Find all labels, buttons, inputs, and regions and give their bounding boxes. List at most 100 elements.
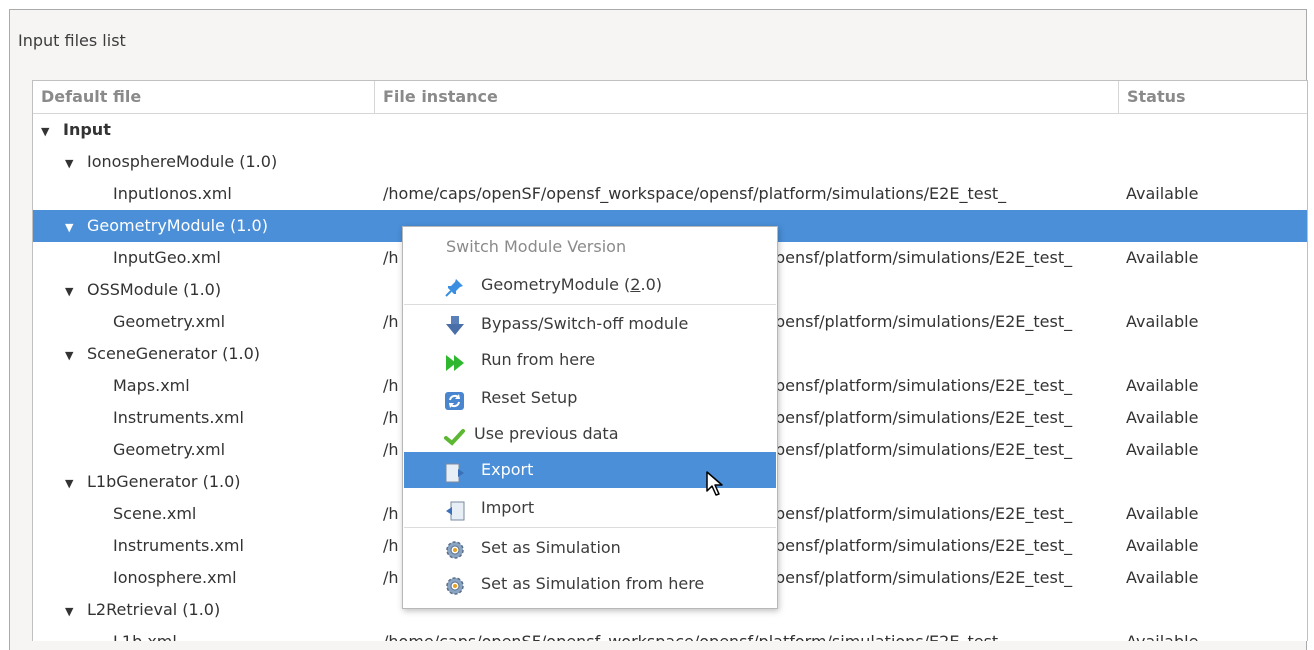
mouse-pointer-icon: [705, 470, 727, 502]
row-name: Geometry.xml: [113, 440, 226, 459]
expander-arrow-icon[interactable]: ▼: [65, 148, 87, 178]
arrow-down-icon: [444, 314, 466, 335]
default-file-cell: ▼ IonosphereModule (1.0): [65, 146, 375, 178]
status-cell: Available: [1126, 568, 1199, 587]
default-file-cell: Geometry.xml: [113, 434, 375, 466]
tree-row[interactable]: InputIonos.xml/home/caps/openSF/opensf_w…: [33, 178, 1307, 210]
status-cell: Available: [1126, 440, 1199, 459]
row-name: Geometry.xml: [113, 312, 226, 331]
row-name: Instruments.xml: [113, 536, 244, 555]
default-file-cell: ▼ OSSModule (1.0): [65, 274, 375, 306]
menu-item-label: GeometryModule (2.0): [481, 267, 662, 303]
row-name: SceneGenerator (1.0): [87, 344, 261, 363]
default-file-cell: ▼ Input: [41, 114, 375, 146]
row-name: Scene.xml: [113, 504, 197, 523]
default-file-cell: ▼ GeometryModule (1.0): [65, 210, 375, 242]
row-name: L1b.xml: [113, 632, 177, 641]
expander-arrow-icon[interactable]: ▼: [65, 596, 87, 626]
default-file-cell: Maps.xml: [113, 370, 375, 402]
row-name: Ionosphere.xml: [113, 568, 237, 587]
file-instance-tail-cell: pensf/platform/simulations/E2E_test_: [775, 408, 1073, 427]
version-post: .0): [640, 275, 662, 294]
status-cell: Available: [1126, 312, 1199, 331]
column-status[interactable]: Status: [1119, 81, 1307, 113]
export-icon: [444, 460, 466, 483]
menu-separator: [404, 304, 776, 305]
menu-item-set-as-simulation[interactable]: Set as Simulation: [404, 530, 776, 566]
default-file-cell: ▼ L1bGenerator (1.0): [65, 466, 375, 498]
context-menu: Switch Module Version GeometryModule (2.…: [402, 226, 778, 609]
row-name: InputIonos.xml: [113, 184, 232, 203]
checkmark-icon: [444, 424, 466, 446]
gear-icon: [444, 538, 466, 559]
row-name: Instruments.xml: [113, 408, 244, 427]
file-instance-cell: /home/caps/openSF/opensf_workspace/opens…: [383, 626, 1121, 641]
version-mnemonic: 2: [630, 275, 641, 294]
row-name: Maps.xml: [113, 376, 190, 395]
file-instance-tail-cell: pensf/platform/simulations/E2E_test_: [775, 536, 1073, 555]
tree-row[interactable]: ▼ Input: [33, 114, 1307, 146]
expander-arrow-icon[interactable]: ▼: [41, 116, 63, 146]
expander-arrow-icon[interactable]: ▼: [65, 340, 87, 370]
file-instance-tail-cell: pensf/platform/simulations/E2E_test_: [775, 376, 1073, 395]
file-instance-tail-cell: pensf/platform/simulations/E2E_test_: [775, 568, 1073, 587]
status-cell: Available: [1126, 408, 1199, 427]
file-instance-tail-cell: pensf/platform/simulations/E2E_test_: [775, 504, 1073, 523]
menu-item-label: Run from here: [481, 350, 596, 369]
row-name: L1bGenerator (1.0): [87, 472, 241, 491]
default-file-cell: L1b.xml: [113, 626, 375, 641]
refresh-icon: [444, 388, 466, 410]
gear-icon: [444, 574, 466, 595]
default-file-cell: Ionosphere.xml: [113, 562, 375, 594]
column-default-file[interactable]: Default file: [33, 81, 375, 113]
row-name: Input: [63, 120, 111, 139]
expander-arrow-icon[interactable]: ▼: [65, 212, 87, 242]
tree-header: Default file File instance Status: [33, 81, 1307, 114]
file-instance-tail-cell: pensf/platform/simulations/E2E_test_: [775, 248, 1073, 267]
menu-item-run-from-here[interactable]: Run from here: [404, 342, 776, 378]
menu-header-switch-version: Switch Module Version: [446, 237, 627, 256]
menu-item-label: Reset Setup: [481, 388, 578, 407]
expander-arrow-icon[interactable]: ▼: [65, 276, 87, 306]
default-file-cell: Geometry.xml: [113, 306, 375, 338]
status-cell: Available: [1126, 504, 1199, 523]
default-file-cell: InputGeo.xml: [113, 242, 375, 274]
menu-item-label: Export: [481, 460, 534, 479]
status-cell: Available: [1126, 248, 1199, 267]
expander-arrow-icon[interactable]: ▼: [65, 468, 87, 498]
file-instance-tail-cell: pensf/platform/simulations/E2E_test_: [775, 440, 1073, 459]
menu-item-label: Set as Simulation: [481, 538, 621, 557]
tree-row[interactable]: L1b.xml/home/caps/openSF/opensf_workspac…: [33, 626, 1307, 641]
menu-item-label: Use previous data: [474, 424, 619, 443]
panel-title: Input files list: [18, 31, 126, 50]
row-name: L2Retrieval (1.0): [87, 600, 221, 619]
column-file-instance[interactable]: File instance: [375, 81, 1119, 113]
pin-icon: [444, 275, 466, 297]
menu-item-reset-setup[interactable]: Reset Setup: [404, 380, 776, 416]
status-cell: Available: [1126, 536, 1199, 555]
menu-item-switch-version[interactable]: GeometryModule (2.0): [404, 267, 776, 303]
default-file-cell: Instruments.xml: [113, 530, 375, 562]
status-cell: Available: [1126, 626, 1306, 641]
import-icon: [444, 498, 466, 521]
default-file-cell: InputIonos.xml: [113, 178, 375, 210]
file-instance-tail-cell: pensf/platform/simulations/E2E_test_: [775, 312, 1073, 331]
row-name: InputGeo.xml: [113, 248, 221, 267]
version-pre: GeometryModule (: [481, 275, 631, 294]
menu-item-use-previous-data[interactable]: Use previous data: [404, 416, 776, 452]
file-instance-cell: /home/caps/openSF/opensf_workspace/opens…: [383, 184, 1007, 203]
menu-separator: [404, 527, 776, 528]
menu-item-bypass[interactable]: Bypass/Switch-off module: [404, 306, 776, 342]
status-cell: Available: [1126, 376, 1199, 395]
menu-item-set-as-simulation-from-here[interactable]: Set as Simulation from here: [404, 566, 776, 602]
tree-row[interactable]: ▼ IonosphereModule (1.0): [33, 146, 1307, 178]
default-file-cell: Scene.xml: [113, 498, 375, 530]
row-name: OSSModule (1.0): [87, 280, 222, 299]
menu-item-label: Set as Simulation from here: [481, 574, 705, 593]
status-cell: Available: [1126, 184, 1199, 203]
menu-item-label: Import: [481, 498, 535, 517]
default-file-cell: ▼ SceneGenerator (1.0): [65, 338, 375, 370]
play-forward-icon: [444, 350, 466, 371]
row-name: GeometryModule (1.0): [87, 216, 268, 235]
default-file-cell: ▼ L2Retrieval (1.0): [65, 594, 375, 626]
